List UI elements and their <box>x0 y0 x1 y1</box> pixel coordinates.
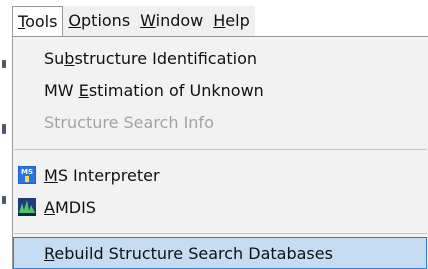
accelerator-key: R <box>44 243 55 263</box>
menu-item-label: AMDIS <box>44 198 96 217</box>
menu-item-label: Rebuild Structure Search Databases <box>44 244 333 263</box>
menu-bar: Tools Options Window Help <box>12 6 255 36</box>
menu-separator <box>14 233 427 234</box>
menu-help[interactable]: Help <box>208 6 254 36</box>
menu-tools[interactable]: Tools <box>12 6 64 36</box>
menu-window-label: indow <box>155 11 204 30</box>
ms-interpreter-icon: MS <box>18 166 36 184</box>
label-text: S Interpreter <box>57 165 160 185</box>
svg-text:MS: MS <box>21 168 33 176</box>
accelerator-key: E <box>78 80 89 100</box>
amdis-icon <box>18 198 36 216</box>
menu-item-amdis[interactable]: AMDIS <box>13 191 427 223</box>
accelerator-key: M <box>44 165 58 185</box>
label-text: Su <box>44 48 65 68</box>
label-text: ebuild Structure Search Databases <box>54 243 333 263</box>
menu-window-accel: W <box>140 11 156 30</box>
menu-item-mw-estimation[interactable]: MW Estimation of Unknown <box>13 74 427 106</box>
menu-tools-accel: T <box>18 12 26 31</box>
menu-item-rebuild-structure-search-databases[interactable]: Rebuild Structure Search Databases <box>13 237 427 269</box>
menu-tools-label: ools <box>25 12 58 31</box>
menu-item-label: Structure Search Info <box>44 112 214 132</box>
accelerator-key: A <box>44 197 55 217</box>
menu-item-ms-interpreter[interactable]: MS MS Interpreter <box>13 159 427 191</box>
menu-help-label: elp <box>225 11 250 30</box>
menu-window[interactable]: Window <box>135 6 208 36</box>
menu-item-substructure-identification[interactable]: Substructure Identification <box>13 42 427 74</box>
menu-help-accel: H <box>213 11 226 30</box>
menu-item-label: MW Estimation of Unknown <box>44 81 264 100</box>
label-text: MDIS <box>54 197 96 217</box>
menu-options-accel: O <box>68 11 82 30</box>
menu-options[interactable]: Options <box>63 6 135 36</box>
label-text: structure Identification <box>74 48 258 68</box>
menu-item-label: MS Interpreter <box>44 166 160 185</box>
tools-dropdown-menu: Substructure Identification MW Estimatio… <box>12 36 428 269</box>
menu-item-label: Substructure Identification <box>44 49 257 68</box>
menu-separator <box>14 149 427 150</box>
label-text: MW <box>44 80 79 100</box>
menu-item-structure-search-info: Structure Search Info <box>13 106 427 138</box>
screen: Tools Options Window Help Substructure I… <box>0 0 428 269</box>
label-text: stimation of Unknown <box>88 80 264 100</box>
accelerator-key: b <box>64 48 75 68</box>
menu-options-label: ptions <box>81 11 131 30</box>
background-window-edge <box>0 0 12 269</box>
